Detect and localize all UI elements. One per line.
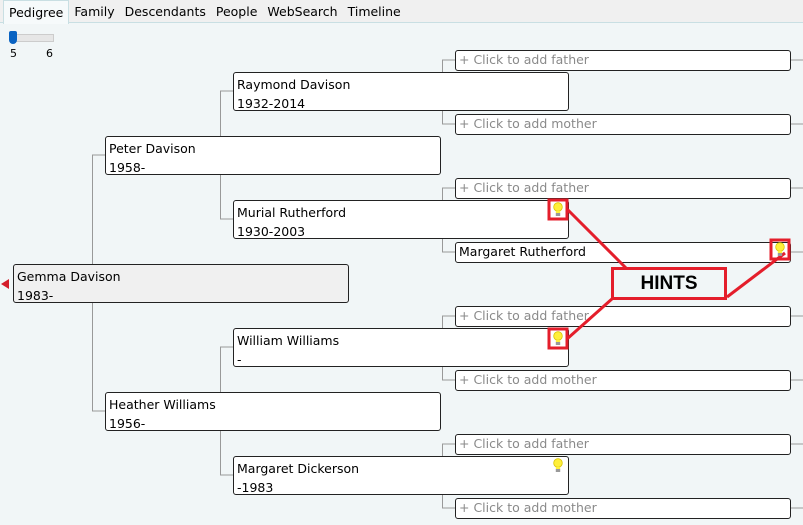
annotation-line bbox=[726, 251, 786, 299]
lightbulb-icon[interactable] bbox=[553, 202, 563, 217]
annotation-line bbox=[565, 207, 628, 270]
lightbulb-icon[interactable] bbox=[553, 458, 563, 473]
hints-annotation-label: HINTS bbox=[611, 267, 727, 300]
annotation-line bbox=[566, 296, 614, 341]
hint-annotations bbox=[547, 198, 791, 473]
lightbulb-icon[interactable] bbox=[553, 331, 563, 346]
